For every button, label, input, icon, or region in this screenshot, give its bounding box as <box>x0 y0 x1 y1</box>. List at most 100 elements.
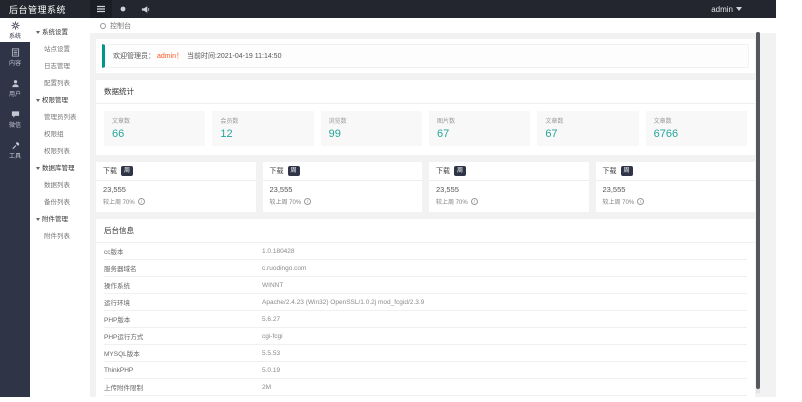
scrollbar-thumb[interactable] <box>756 32 760 390</box>
welcome-alert: 欢迎管理员： admin！ 当前时间:2021-04-19 11:14:50 <box>102 44 749 68</box>
sidebar-group-database[interactable]: 数据库管理 <box>30 160 90 177</box>
sidebar-item-label: 配置列表 <box>44 80 70 87</box>
download-card: 下载周 23,555 较上周 70% <box>262 162 422 212</box>
backend-info-card: 后台信息 cc版本 1.0.180428 服务器域名 c.ruodingo.com … <box>96 219 755 397</box>
download-value: 23,555 <box>103 185 126 194</box>
table-row: PHP运行方式 cgi-fcgi <box>104 328 747 345</box>
download-title: 下载 <box>103 168 117 175</box>
sidebar-item-label: 权限组 <box>44 131 64 138</box>
stat-box: 会员数 12 <box>212 111 314 146</box>
week-badge: 周 <box>121 166 134 176</box>
info-icon[interactable] <box>470 198 478 205</box>
sidebar-group-attachment[interactable]: 附件管理 <box>30 211 90 228</box>
welcome-prefix: 欢迎管理员： <box>113 53 155 60</box>
table-row: cc版本 1.0.180428 <box>104 243 747 260</box>
caret-down-icon <box>736 7 742 11</box>
info-label: 运行环境 <box>104 300 130 307</box>
stat-box: 浏览数 99 <box>320 111 422 146</box>
info-icon[interactable] <box>304 198 312 205</box>
table-row: 运行环境 Apache/2.4.23 (Win32) OpenSSL/1.0.2j… <box>104 294 747 311</box>
welcome-admin-name: admin！ <box>157 53 184 60</box>
week-badge: 周 <box>287 166 300 176</box>
sidebar-item-data-list[interactable]: 数据列表 <box>30 177 90 194</box>
download-card: 下载周 23,555 较上周 70% <box>96 162 256 212</box>
username: admin <box>711 4 733 14</box>
download-note: 较上周 70% <box>436 200 468 206</box>
menu-fold-icon[interactable] <box>90 0 112 18</box>
sidebar-group-system-settings[interactable]: 系统设置 <box>30 24 90 41</box>
stat-box: 文章数 67 <box>537 111 639 146</box>
sidebar-item-site-settings[interactable]: 站点设置 <box>30 41 90 58</box>
sidebar-item-label: 权限列表 <box>44 148 70 155</box>
rail-item-content[interactable]: 内容 <box>0 42 30 73</box>
info-label: MYSQL版本 <box>104 351 140 358</box>
scrollbar[interactable] <box>756 32 760 393</box>
welcome-card: 欢迎管理员： admin！ 当前时间:2021-04-19 11:14:50 <box>96 39 755 73</box>
stat-label: 浏览数 <box>328 119 347 125</box>
rail-item-label: 用户 <box>8 92 21 98</box>
caret-down-icon <box>36 98 40 102</box>
table-row: PHP版本 5.6.27 <box>104 311 747 328</box>
info-value: c.ruodingo.com <box>262 264 307 272</box>
caret-down-icon <box>36 166 40 170</box>
download-value: 23,555 <box>269 185 293 194</box>
download-title: 下载 <box>436 168 450 175</box>
sidebar-item-backup-list[interactable]: 备份列表 <box>30 194 90 211</box>
rail-item-system[interactable]: 系统 <box>0 18 30 42</box>
sidebar-item-permission-list[interactable]: 权限列表 <box>30 143 90 160</box>
table-row: 执行时间限制30s <box>104 396 747 397</box>
sidebar-item-admin-list[interactable]: 管理员列表 <box>30 109 90 126</box>
wrench-icon <box>11 142 19 150</box>
sidebar-item-label: 数据库管理 <box>42 165 75 172</box>
backend-info-table: cc版本 1.0.180428 服务器域名 c.ruodingo.com 操作系统 W… <box>96 243 755 397</box>
info-value: 5.6.27 <box>262 315 281 323</box>
info-icon[interactable] <box>137 198 145 205</box>
sidebar-item-label: 站点设置 <box>44 46 70 53</box>
chat-icon <box>11 111 19 118</box>
welcome-time: 当前时间:2021-04-19 11:14:50 <box>187 53 282 60</box>
sidebar-item-label: 管理员列表 <box>44 114 77 121</box>
table-row: 操作系统 WINNT <box>104 277 747 294</box>
sidebar: 系统设置 站点设置 日志管理 配置列表 权限管理 管理员列表 权限组 权限列表 … <box>30 18 90 397</box>
info-label: 操作系统 <box>104 283 130 290</box>
stat-label: 会员数 <box>220 119 239 125</box>
content-icon <box>11 48 19 57</box>
info-value: 1.0.180428 <box>262 247 295 255</box>
info-value: cgi-fcgi <box>262 332 283 340</box>
admin-app: 后台管理系统 admin 系统 内容 用户 微信 工具 系统设置 站点设置 日志… <box>0 0 776 397</box>
sidebar-item-attachment-list[interactable]: 附件列表 <box>30 228 90 245</box>
info-value: 5.0.19 <box>262 366 281 374</box>
download-value: 23,555 <box>602 185 626 194</box>
rail-item-user[interactable]: 用户 <box>0 73 30 104</box>
stat-value: 66 <box>112 128 125 140</box>
rail-item-tools[interactable]: 工具 <box>0 135 30 166</box>
sidebar-group-permission[interactable]: 权限管理 <box>30 92 90 109</box>
download-title: 下载 <box>602 168 617 175</box>
stats-row: 文章数 66 会员数 12 浏览数 99 图片数 67 文章数 67 文章数 6… <box>96 104 755 155</box>
horn-icon[interactable] <box>134 0 156 18</box>
stat-label: 文章数 <box>653 119 672 125</box>
sidebar-item-permission-group[interactable]: 权限组 <box>30 126 90 143</box>
breadcrumb[interactable]: 控制台 <box>90 18 776 33</box>
app-title: 后台管理系统 <box>9 4 67 15</box>
info-value: WINNT <box>262 281 284 289</box>
sidebar-item-log-management[interactable]: 日志管理 <box>30 58 90 75</box>
info-icon[interactable] <box>637 198 645 205</box>
week-badge: 周 <box>454 166 467 176</box>
info-value: 5.5.53 <box>262 349 281 357</box>
rail-item-wechat[interactable]: 微信 <box>0 104 30 135</box>
sidebar-item-config-list[interactable]: 配置列表 <box>30 75 90 92</box>
info-value: 2M <box>262 383 272 391</box>
stat-value: 6766 <box>653 128 679 140</box>
dot-icon[interactable] <box>112 0 134 18</box>
stat-box: 图片数 67 <box>428 111 531 146</box>
gear-icon <box>10 20 20 30</box>
user-menu[interactable]: admin <box>711 5 742 14</box>
sidebar-item-label: 附件管理 <box>42 216 68 223</box>
sidebar-item-label: 备份列表 <box>44 199 70 206</box>
stats-title: 数据统计 <box>96 80 755 104</box>
stat-value: 99 <box>328 128 341 140</box>
info-label: 上传附件限制 <box>104 385 143 392</box>
stat-value: 12 <box>220 128 233 140</box>
rail-item-label: 工具 <box>8 154 21 160</box>
